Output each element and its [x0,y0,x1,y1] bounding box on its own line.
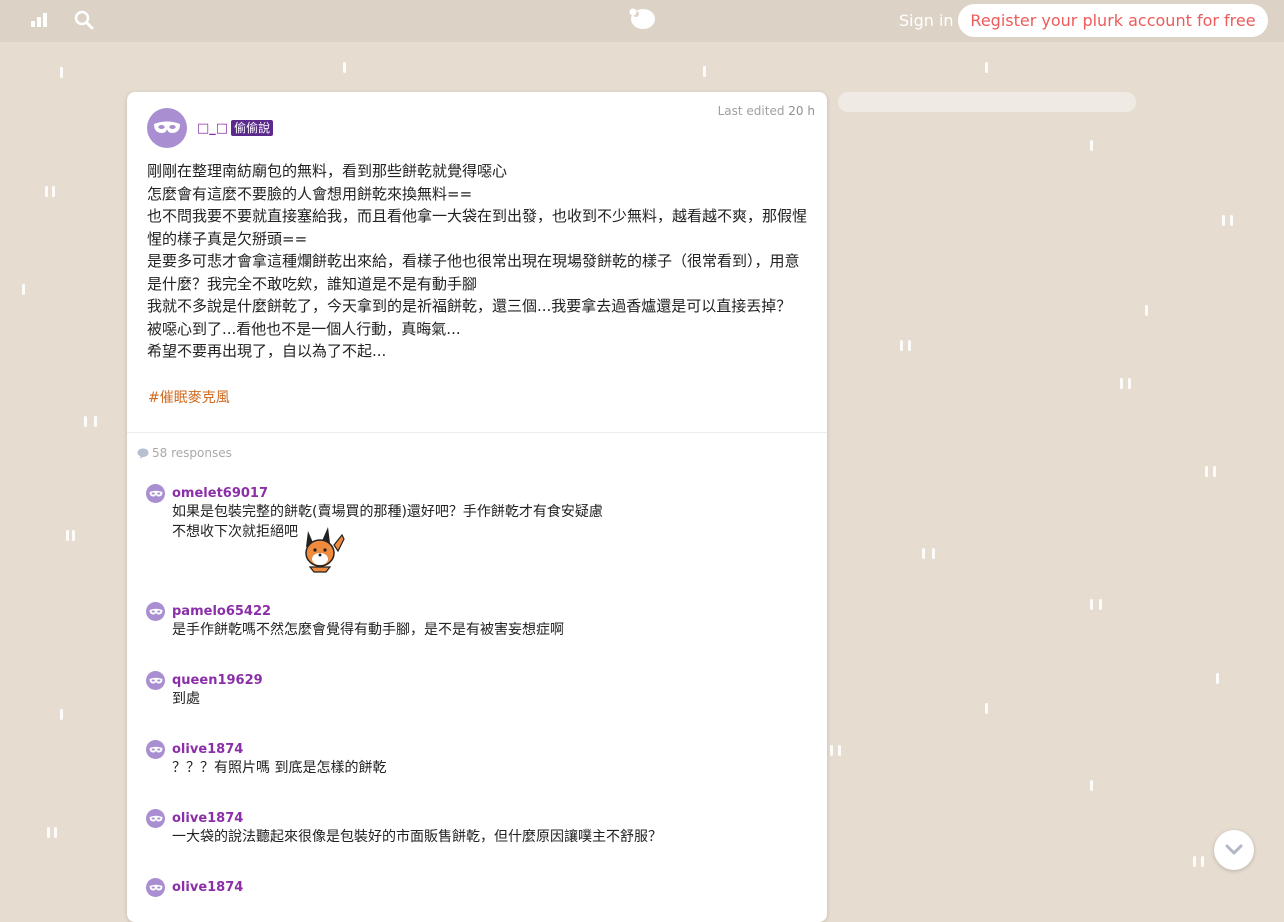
timeline-chart-icon[interactable] [30,10,50,30]
response-username[interactable]: olive1874 [172,811,243,826]
response-text: 如果是包裝完整的餅乾(賣場買的那種)還好吧？手作餅乾才有食安疑慮 不想收下次就拒… [172,503,806,573]
response-item: olive1874 ？？？有照片嗎 到底是怎樣的餅乾 [146,740,806,779]
comment-bubble-icon [137,448,149,459]
anonymous-mask-avatar [146,878,165,897]
anonymous-mask-avatar [146,740,165,759]
sign-in-link[interactable]: Sign in [899,11,954,30]
post-line: 希望不要再出現了，自以為了不起... [147,342,387,360]
post-line: 也不問我要不要就直接塞給我，而且看他拿一大袋在到出發，也收到不少無料，越看越不爽… [147,207,808,248]
post-line: 剛剛在整理南紡廟包的無料，看到那些餅乾就覺得噁心 [147,162,508,180]
response-text: 到處 [172,690,806,710]
last-edited-time: 20 h [788,104,815,118]
post-line: 被噁心到了...看他也不是一個人行動，真晦氣... [147,319,461,338]
hashtag-link[interactable]: #催眠麥克風 [148,387,230,407]
response-username[interactable]: olive1874 [172,880,243,895]
response-item: omelet69017 如果是包裝完整的餅乾(賣場買的那種)還好吧？手作餅乾才有… [146,484,806,573]
response-line: 如果是包裝完整的餅乾(賣場買的那種)還好吧？手作餅乾才有食安疑慮 [172,504,603,520]
response-line: 一大袋的說法聽起來很像是包裝好的市面販售餅乾，但什麼原因讓噗主不舒服？ [172,829,662,845]
response-text: ？？？有照片嗎 到底是怎樣的餅乾 [172,759,806,779]
post-line: 我就不多說是什麼餅乾了，今天拿到的是祈福餅乾，還三個...我要拿去過香爐還是可以… [147,297,792,315]
last-edited-label: Last edited [717,104,785,118]
response-item: olive1874 [146,878,806,897]
plurk-logo-icon[interactable] [627,5,657,31]
plurk-post-card: □_□ 偷偷說 Last edited 20 h 剛剛在整理南紡廟包的無料，看到… [127,92,827,922]
response-item: olive1874 一大袋的說法聽起來很像是包裝好的市面販售餅乾，但什麼原因讓噗… [146,809,806,848]
fox-sticker-icon [300,523,346,573]
top-navigation-bar: Sign in Register your plurk account for … [0,0,1284,42]
response-text: 一大袋的說法聽起來很像是包裝好的市面販售餅乾，但什麼原因讓噗主不舒服？ [172,828,806,848]
whisper-badge: 偷偷說 [231,120,274,136]
post-author-name[interactable]: □_□ [197,121,228,136]
post-line: 怎麼會有這麼不要臉的人會想用餅乾來換無料== [147,184,473,203]
post-content: 剛剛在整理南紡廟包的無料，看到那些餅乾就覺得噁心 怎麼會有這麼不要臉的人會想用餅… [147,160,807,363]
response-line: 不想收下次就拒絕吧 [172,523,298,540]
anonymous-mask-avatar [147,108,187,148]
responses-count: 58 responses [137,446,232,460]
response-line: 到處 [172,691,200,707]
response-line: 是手作餅乾嗎不然怎麼會覺得有動手腳，是不是有被害妄想症啊 [172,622,564,638]
chevron-down-icon [1225,844,1243,855]
response-username[interactable]: pamelo65422 [172,604,271,619]
sidebar-placeholder [838,92,1136,112]
anonymous-mask-avatar [146,484,165,503]
response-username[interactable]: queen19629 [172,673,263,688]
response-text: 是手作餅乾嗎不然怎麼會覺得有動手腳，是不是有被害妄想症啊 [172,621,806,641]
last-edited-timestamp: Last edited 20 h [718,104,815,118]
anonymous-mask-avatar [146,809,165,828]
anonymous-mask-avatar [146,602,165,621]
response-line: ？？？有照片嗎 到底是怎樣的餅乾 [172,760,387,776]
divider [127,432,827,433]
post-header: □_□ 偷偷說 [147,108,274,148]
search-icon[interactable] [74,10,94,30]
scroll-down-button[interactable] [1214,830,1254,870]
register-button[interactable]: Register your plurk account for free [958,4,1268,37]
response-username[interactable]: omelet69017 [172,486,268,501]
post-line: 是要多可悲才會拿這種爛餅乾出來給，看樣子他也很常出現在現場發餅乾的樣子（很常看到… [147,252,800,293]
response-username[interactable]: olive1874 [172,742,243,757]
responses-count-label: 58 responses [152,446,232,460]
anonymous-mask-avatar [146,671,165,690]
response-item: queen19629 到處 [146,671,806,710]
response-item: pamelo65422 是手作餅乾嗎不然怎麼會覺得有動手腳，是不是有被害妄想症啊 [146,602,806,641]
